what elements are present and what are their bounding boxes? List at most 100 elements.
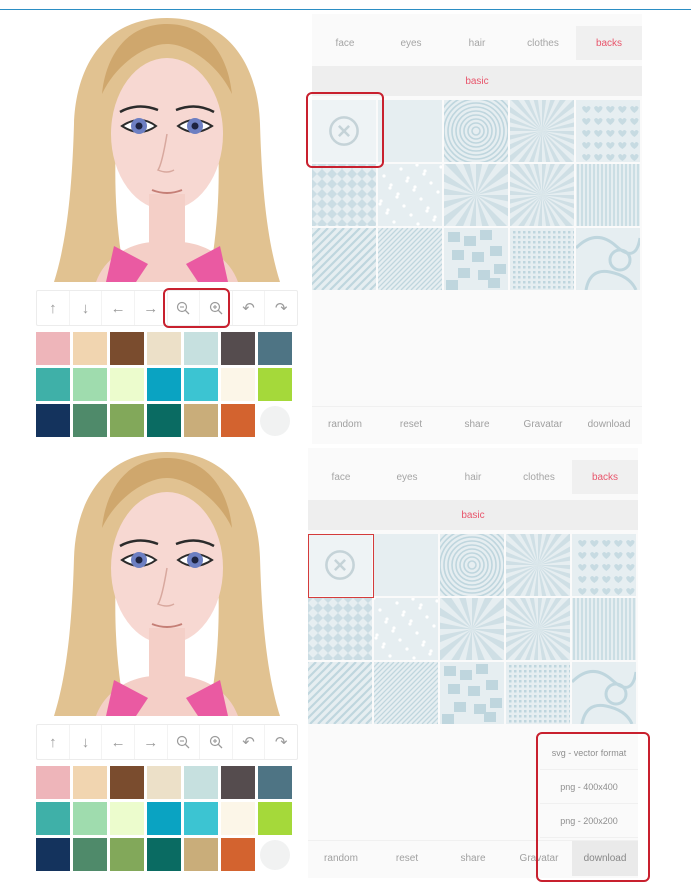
background-pattern-squares[interactable] bbox=[444, 228, 508, 290]
no-background-option[interactable] bbox=[312, 100, 376, 162]
arrow-left-icon[interactable]: ← bbox=[102, 291, 135, 325]
color-swatch[interactable] bbox=[73, 332, 107, 365]
color-swatch[interactable] bbox=[73, 404, 107, 437]
color-swatch[interactable] bbox=[221, 332, 255, 365]
zoom-out-icon[interactable] bbox=[168, 725, 201, 759]
color-swatch[interactable] bbox=[36, 838, 70, 871]
gravatar-button[interactable]: Gravatar bbox=[506, 841, 572, 876]
no-background-option[interactable] bbox=[308, 534, 372, 596]
tab-clothes[interactable]: clothes bbox=[506, 460, 572, 494]
background-pattern-sunburst[interactable] bbox=[506, 534, 570, 596]
redo-icon[interactable]: ↷ bbox=[265, 291, 297, 325]
background-pattern-squares[interactable] bbox=[440, 662, 504, 724]
arrow-up-icon[interactable]: ↑ bbox=[37, 291, 70, 325]
color-swatch[interactable] bbox=[36, 802, 70, 835]
color-swatch[interactable] bbox=[36, 368, 70, 401]
random-button[interactable]: random bbox=[308, 841, 374, 876]
background-pattern-stripes-v[interactable] bbox=[572, 598, 636, 660]
color-swatch[interactable] bbox=[73, 368, 107, 401]
random-button[interactable]: random bbox=[312, 407, 378, 442]
subtab-basic[interactable]: basic bbox=[308, 500, 638, 530]
color-swatch[interactable] bbox=[110, 766, 144, 799]
tab-face[interactable]: face bbox=[312, 26, 378, 60]
color-swatch[interactable] bbox=[147, 766, 181, 799]
color-swatch[interactable] bbox=[110, 838, 144, 871]
background-pattern-circles[interactable] bbox=[440, 534, 504, 596]
reset-button[interactable]: reset bbox=[374, 841, 440, 876]
clear-color-swatch[interactable] bbox=[260, 406, 290, 436]
arrow-up-icon[interactable]: ↑ bbox=[37, 725, 70, 759]
clear-color-swatch[interactable] bbox=[260, 840, 290, 870]
reset-button[interactable]: reset bbox=[378, 407, 444, 442]
arrow-down-icon[interactable]: ↓ bbox=[70, 725, 103, 759]
background-pattern-plain[interactable] bbox=[378, 100, 442, 162]
color-swatch[interactable] bbox=[36, 404, 70, 437]
color-swatch[interactable] bbox=[184, 802, 218, 835]
tab-backs[interactable]: backs bbox=[572, 460, 638, 494]
tab-clothes[interactable]: clothes bbox=[510, 26, 576, 60]
color-swatch[interactable] bbox=[184, 404, 218, 437]
background-pattern-hearts[interactable] bbox=[576, 100, 640, 162]
background-pattern-stripes-v[interactable] bbox=[576, 164, 640, 226]
undo-icon[interactable]: ↶ bbox=[233, 291, 266, 325]
undo-icon[interactable]: ↶ bbox=[233, 725, 266, 759]
background-pattern-curves[interactable] bbox=[572, 662, 636, 724]
color-swatch[interactable] bbox=[110, 404, 144, 437]
arrow-right-icon[interactable]: → bbox=[135, 291, 168, 325]
color-swatch[interactable] bbox=[110, 368, 144, 401]
background-pattern-dots[interactable] bbox=[374, 598, 438, 660]
color-swatch[interactable] bbox=[73, 766, 107, 799]
download-button[interactable]: download bbox=[576, 407, 642, 442]
color-swatch[interactable] bbox=[147, 368, 181, 401]
color-swatch[interactable] bbox=[221, 766, 255, 799]
background-pattern-curves[interactable] bbox=[576, 228, 640, 290]
background-pattern-diagonal-thin[interactable] bbox=[374, 662, 438, 724]
share-button[interactable]: share bbox=[444, 407, 510, 442]
tab-hair[interactable]: hair bbox=[440, 460, 506, 494]
color-swatch[interactable] bbox=[184, 332, 218, 365]
color-swatch[interactable] bbox=[258, 332, 292, 365]
color-swatch[interactable] bbox=[73, 838, 107, 871]
background-pattern-sunburst[interactable] bbox=[510, 100, 574, 162]
background-pattern-plain[interactable] bbox=[374, 534, 438, 596]
background-pattern-diamonds[interactable] bbox=[308, 598, 372, 660]
color-swatch[interactable] bbox=[221, 838, 255, 871]
arrow-left-icon[interactable]: ← bbox=[102, 725, 135, 759]
color-swatch[interactable] bbox=[147, 802, 181, 835]
color-swatch[interactable] bbox=[221, 404, 255, 437]
download-button[interactable]: download bbox=[572, 841, 638, 876]
background-pattern-diamonds[interactable] bbox=[312, 164, 376, 226]
zoom-in-icon[interactable] bbox=[200, 725, 233, 759]
color-swatch[interactable] bbox=[147, 404, 181, 437]
download-png-400-option[interactable]: png - 400x400 bbox=[540, 770, 638, 804]
color-swatch[interactable] bbox=[147, 332, 181, 365]
background-pattern-grid-dots[interactable] bbox=[510, 228, 574, 290]
redo-icon[interactable]: ↷ bbox=[265, 725, 297, 759]
tab-eyes[interactable]: eyes bbox=[378, 26, 444, 60]
color-swatch[interactable] bbox=[147, 838, 181, 871]
tab-hair[interactable]: hair bbox=[444, 26, 510, 60]
color-swatch[interactable] bbox=[184, 766, 218, 799]
zoom-in-icon[interactable] bbox=[200, 291, 233, 325]
color-swatch[interactable] bbox=[110, 802, 144, 835]
zoom-out-icon[interactable] bbox=[168, 291, 201, 325]
background-pattern-grid-dots[interactable] bbox=[506, 662, 570, 724]
background-pattern-rays[interactable] bbox=[444, 164, 508, 226]
color-swatch[interactable] bbox=[221, 802, 255, 835]
color-swatch[interactable] bbox=[184, 838, 218, 871]
color-swatch[interactable] bbox=[110, 332, 144, 365]
download-svg-option[interactable]: svg - vector format bbox=[540, 736, 638, 770]
background-pattern-dots[interactable] bbox=[378, 164, 442, 226]
arrow-down-icon[interactable]: ↓ bbox=[70, 291, 103, 325]
background-pattern-starburst[interactable] bbox=[510, 164, 574, 226]
share-button[interactable]: share bbox=[440, 841, 506, 876]
background-pattern-rays[interactable] bbox=[440, 598, 504, 660]
arrow-right-icon[interactable]: → bbox=[135, 725, 168, 759]
color-swatch[interactable] bbox=[258, 802, 292, 835]
color-swatch[interactable] bbox=[36, 332, 70, 365]
background-pattern-circles[interactable] bbox=[444, 100, 508, 162]
color-swatch[interactable] bbox=[221, 368, 255, 401]
background-pattern-diagonal-wide[interactable] bbox=[312, 228, 376, 290]
tab-backs[interactable]: backs bbox=[576, 26, 642, 60]
color-swatch[interactable] bbox=[258, 766, 292, 799]
